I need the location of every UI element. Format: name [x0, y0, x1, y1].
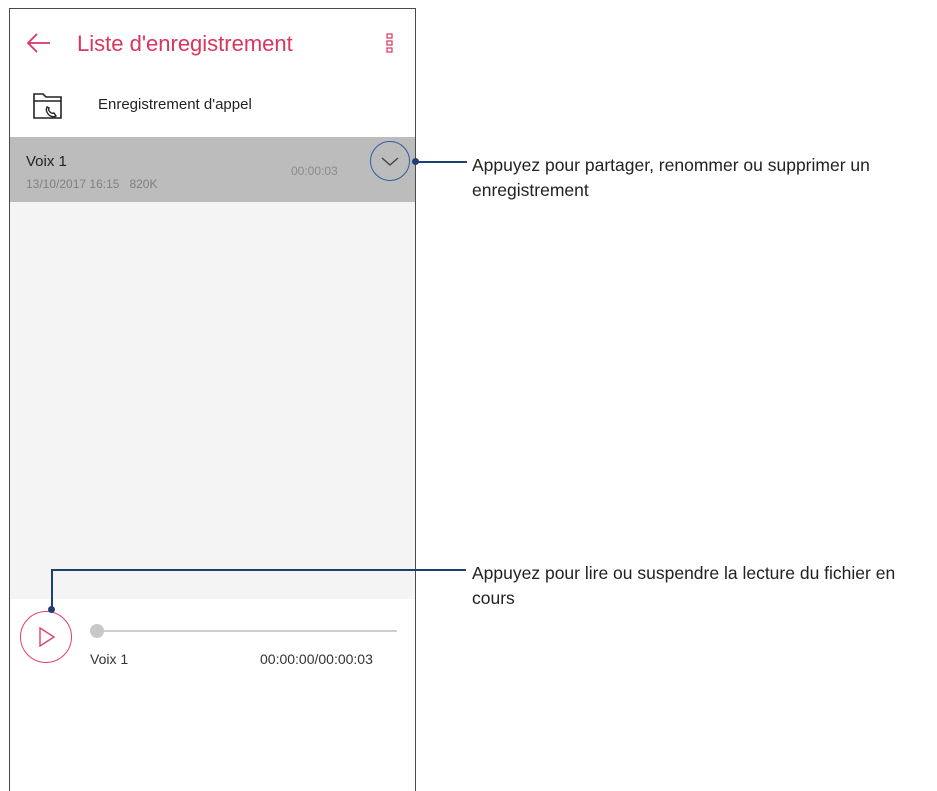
- recording-list: Voix 1 13/10/2017 16:15 820K 00:00:03: [10, 137, 415, 599]
- recording-size: 820K: [129, 177, 158, 191]
- app-bar: Liste d'enregistrement: [10, 9, 415, 77]
- callout-line-play-horizontal: [51, 569, 466, 571]
- play-icon: [39, 627, 56, 647]
- recording-meta: 13/10/2017 16:15 820K: [26, 177, 157, 191]
- call-recording-folder-icon: [32, 88, 64, 122]
- callout-line-play-vertical: [51, 569, 53, 609]
- annotation-play: Appuyez pour lire ou suspendre la lectur…: [472, 563, 896, 608]
- player: Voix 1 00:00:00/00:00:03: [10, 599, 415, 791]
- folder-row[interactable]: Enregistrement d'appel: [10, 77, 415, 137]
- back-arrow-icon[interactable]: [26, 31, 52, 55]
- more-options-icon[interactable]: [386, 32, 394, 56]
- annotation-expand: Appuyez pour partager, renommer ou suppr…: [472, 155, 870, 200]
- folder-label: Enregistrement d'appel: [98, 96, 252, 113]
- callout-line-expand: [416, 161, 467, 163]
- list-item[interactable]: Voix 1 13/10/2017 16:15 820K 00:00:03: [10, 137, 415, 202]
- phone-screen: Liste d'enregistrement Enregistrement d'…: [9, 8, 416, 791]
- page-title: Liste d'enregistrement: [77, 31, 293, 56]
- expand-button[interactable]: [370, 141, 410, 181]
- seek-thumb[interactable]: [90, 624, 104, 638]
- chevron-down-icon: [381, 157, 399, 166]
- seek-bar[interactable]: [97, 630, 397, 632]
- recording-duration: 00:00:03: [291, 164, 338, 178]
- recording-name: Voix 1: [26, 153, 67, 170]
- recording-date: 13/10/2017 16:15: [26, 177, 120, 191]
- player-time: 00:00:00/00:00:03: [260, 651, 373, 667]
- play-button[interactable]: [20, 611, 72, 663]
- player-track-name: Voix 1: [90, 651, 129, 667]
